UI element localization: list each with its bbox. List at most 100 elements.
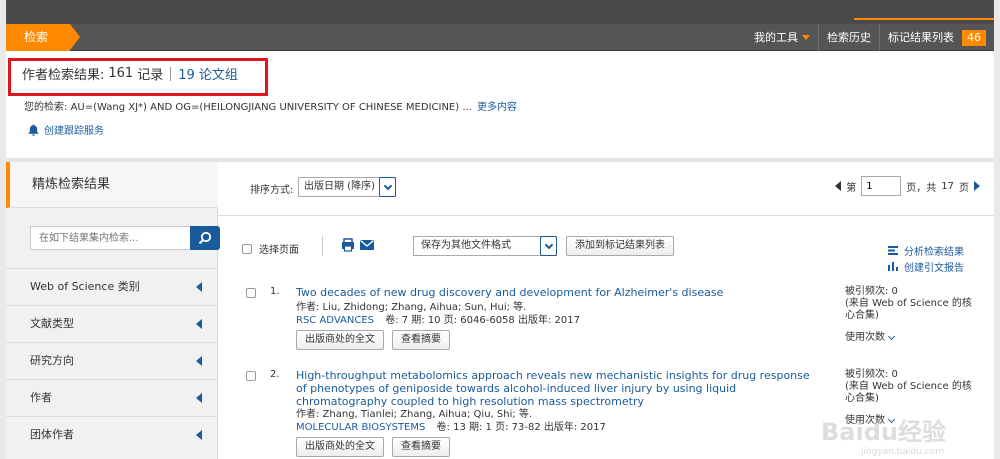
marked-list-label: 标记结果列表 [888, 31, 954, 44]
refine-search-button[interactable] [190, 226, 220, 250]
facet-wos-category[interactable]: Web of Science 类别 [6, 268, 218, 305]
facet-label: 作者 [30, 391, 52, 404]
result-title-link[interactable]: Two decades of new drug discovery and de… [296, 286, 816, 299]
baidu-watermark: Baidu经验 [821, 418, 946, 446]
analyze-label: 分析检索结果 [904, 246, 964, 258]
marked-count-badge: 46 [962, 29, 986, 46]
my-tools-menu[interactable]: 我的工具 [746, 24, 818, 51]
arrow-left-icon [196, 356, 202, 366]
facet-group-author[interactable]: 团体作者 [6, 416, 218, 453]
paper-groups-link[interactable]: 19 论文组 [178, 64, 238, 83]
result-authors: 作者: Zhang, Tianlei; Zhang, Aihua; Qiu, S… [296, 409, 533, 420]
result-actions: 出版商处的全文 查看摘要 [296, 437, 450, 457]
sort-label: 排序方式: [250, 185, 294, 196]
view-abstract-button[interactable]: 查看摘要 [392, 330, 450, 350]
chevron-down-icon [379, 177, 396, 197]
group-count: 19 [178, 68, 195, 83]
email-icon[interactable] [360, 240, 374, 250]
cited-count: 被引频次: 0 [845, 286, 898, 297]
pager-unit: 页 [959, 182, 969, 194]
result-checkbox[interactable] [246, 288, 256, 298]
cited-source: (来自 Web of Science 的核心合集) [845, 298, 972, 321]
analyze-results-link[interactable]: 分析检索结果 [888, 242, 964, 258]
citation-report-label: 创建引文报告 [904, 262, 964, 274]
result-authors: 作者: Liu, Zhidong; Zhang, Aihua; Sun, Hui… [296, 302, 527, 313]
bar-chart-icon [888, 261, 898, 271]
app-window: 检索 我的工具 检索历史 标记结果列表 46 作者检索结果: 161 记录 19… [6, 0, 994, 459]
result-row: 1. Two decades of new drug discovery and… [218, 286, 994, 356]
result-checkbox[interactable] [246, 371, 256, 381]
query-line: 您的检索: AU=(Wang XJ*) AND OG=(HEILONGJIANG… [24, 98, 517, 113]
add-to-marked-list-button[interactable]: 添加到标记结果列表 [566, 236, 674, 256]
result-actions: 出版商处的全文 查看摘要 [296, 330, 450, 350]
more-content-link[interactable]: 更多内容 [477, 102, 517, 113]
create-alert-link[interactable]: 创建跟踪服务 [28, 122, 104, 137]
nav-right-menu: 我的工具 检索历史 标记结果列表 46 [746, 24, 994, 51]
refine-search-input[interactable] [30, 226, 190, 250]
select-page[interactable]: 选择页面 [242, 241, 299, 256]
facet-label: 文献类型 [30, 317, 74, 330]
view-abstract-button[interactable]: 查看摘要 [392, 437, 450, 457]
usage-toggle[interactable]: 使用次数 [845, 332, 975, 344]
result-source: MOLECULAR BIOSYSTEMS 卷: 13 期: 1 页: 73-82… [296, 422, 606, 434]
arrow-left-icon [196, 319, 202, 329]
results-summary: 作者检索结果: 161 记录 19 论文组 [22, 64, 238, 83]
record-count: 161 [108, 66, 134, 81]
my-tools-label: 我的工具 [754, 31, 798, 44]
arrow-left-icon [196, 393, 202, 403]
sort-select[interactable]: 出版日期 (降序) [298, 177, 396, 197]
facet-research-area[interactable]: 研究方向 [6, 342, 218, 379]
page-number-input[interactable] [861, 176, 902, 196]
query-text: AU=(Wang XJ*) AND OG=(HEILONGJIANG UNIVE… [70, 102, 472, 113]
pager-prefix: 第 [846, 182, 857, 194]
select-page-checkbox[interactable] [242, 243, 252, 254]
save-format-select[interactable]: 保存为其他文件格式 [413, 236, 557, 256]
marked-list-link[interactable]: 标记结果列表 46 [879, 24, 994, 51]
select-page-label: 选择页面 [259, 245, 299, 256]
result-details: 卷: 13 期: 1 页: 73-82 出版年: 2017 [436, 422, 606, 433]
fulltext-button[interactable]: 出版商处的全文 [296, 330, 384, 350]
cited-source: (来自 Web of Science 的核心合集) [845, 381, 972, 404]
search-icon [198, 231, 212, 245]
print-icon[interactable] [341, 238, 355, 252]
nav-bar: 检索 我的工具 检索历史 标记结果列表 46 [6, 24, 994, 51]
result-details: 卷: 7 期: 10 页: 6046-6058 出版年: 2017 [385, 315, 580, 326]
search-history-link[interactable]: 检索历史 [818, 24, 879, 51]
tab-search[interactable]: 检索 [6, 24, 80, 51]
facet-author[interactable]: 作者 [6, 379, 218, 416]
result-source: RSC ADVANCES 卷: 7 期: 10 页: 6046-6058 出版年… [296, 315, 580, 327]
citation-report-link[interactable]: 创建引文报告 [888, 258, 964, 274]
results-prefix: 作者检索结果: [22, 68, 105, 83]
journal-link[interactable]: RSC ADVANCES [296, 315, 374, 326]
usage-label: 使用次数 [845, 332, 885, 343]
refine-title: 精炼检索结果 [6, 162, 218, 208]
caret-down-icon [802, 35, 810, 40]
results-toolbar: 选择页面 保存为其他文件格式 添加到标记结果列表 分析检索结果 创建引文报告 [218, 232, 994, 274]
create-alert-label: 创建跟踪服务 [44, 126, 104, 137]
result-number: 1. [270, 286, 280, 297]
arrow-left-icon [196, 282, 202, 292]
pager-total: 17 [941, 180, 954, 192]
pager-suffix: 页，共 [906, 182, 937, 194]
chevron-down-icon [540, 236, 557, 256]
arrow-left-icon [196, 430, 202, 440]
facet-document-type[interactable]: 文献类型 [6, 305, 218, 342]
bell-icon [28, 124, 39, 136]
journal-link[interactable]: MOLECULAR BIOSYSTEMS [296, 422, 425, 433]
result-title-link[interactable]: High-throughput metabolomics approach re… [296, 369, 816, 408]
cited-count: 被引频次: 0 [845, 369, 898, 380]
facet-label: Web of Science 类别 [30, 280, 140, 293]
sort-bar: 排序方式: 出版日期 (降序) 第 页，共 17 页 [218, 162, 994, 216]
save-format-value: 保存为其他文件格式 [421, 240, 511, 251]
top-bar [6, 0, 994, 24]
facet-label: 团体作者 [30, 428, 74, 441]
toolbar-divider [322, 236, 323, 256]
next-page-icon[interactable] [974, 181, 980, 191]
prev-page-icon[interactable] [835, 181, 842, 191]
refine-sidebar: 精炼检索结果 Web of Science 类别 文献类型 研究方向 作者 团体… [6, 162, 220, 459]
top-accent-line [854, 18, 994, 20]
citation-info: 被引频次: 0 (来自 Web of Science 的核心合集) 使用次数 [845, 286, 975, 344]
chevron-down-icon [887, 332, 896, 341]
fulltext-button[interactable]: 出版商处的全文 [296, 437, 384, 457]
sort-value: 出版日期 (降序) [304, 181, 375, 192]
